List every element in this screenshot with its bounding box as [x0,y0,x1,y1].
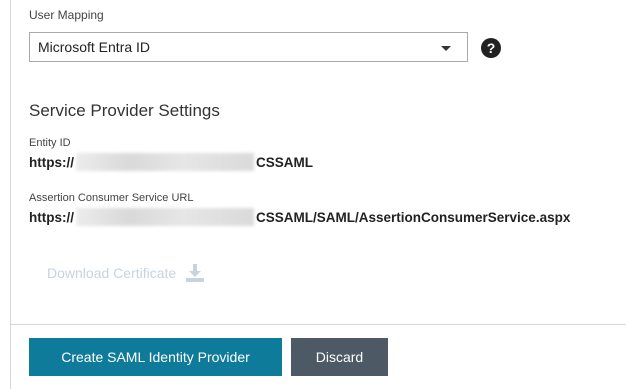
entity-id-label: Entity ID [29,137,71,149]
discard-button[interactable]: Discard [291,338,388,376]
user-mapping-selected-value: Microsoft Entra ID [38,39,151,55]
service-provider-settings-title: Service Provider Settings [29,101,220,120]
create-saml-identity-provider-button[interactable]: Create SAML Identity Provider [29,338,282,376]
acs-url-value: https:// CSSAML/SAML/AssertionConsumerSe… [29,208,570,226]
chevron-down-icon[interactable] [441,46,451,51]
redacted-host [76,208,254,226]
help-icon-glyph: ? [486,40,496,56]
user-mapping-select[interactable]: Microsoft Entra ID [29,32,468,62]
section-divider [11,324,626,325]
entity-id-prefix: https:// [29,154,74,170]
download-certificate-link[interactable]: Download Certificate [47,263,206,283]
redacted-host [76,153,254,171]
entity-id-value: https:// CSSAML [29,153,313,171]
user-mapping-label: User Mapping [29,8,104,22]
download-icon [186,264,205,282]
acs-url-label: Assertion Consumer Service URL [29,192,194,204]
download-certificate-label: Download Certificate [47,265,177,281]
acs-url-prefix: https:// [29,209,74,225]
saml-settings-panel: User Mapping Microsoft Entra ID ? Servic… [11,0,626,389]
help-icon[interactable]: ? [481,38,501,58]
entity-id-suffix: CSSAML [256,154,313,170]
acs-url-suffix: CSSAML/SAML/AssertionConsumerService.asp… [256,209,571,225]
